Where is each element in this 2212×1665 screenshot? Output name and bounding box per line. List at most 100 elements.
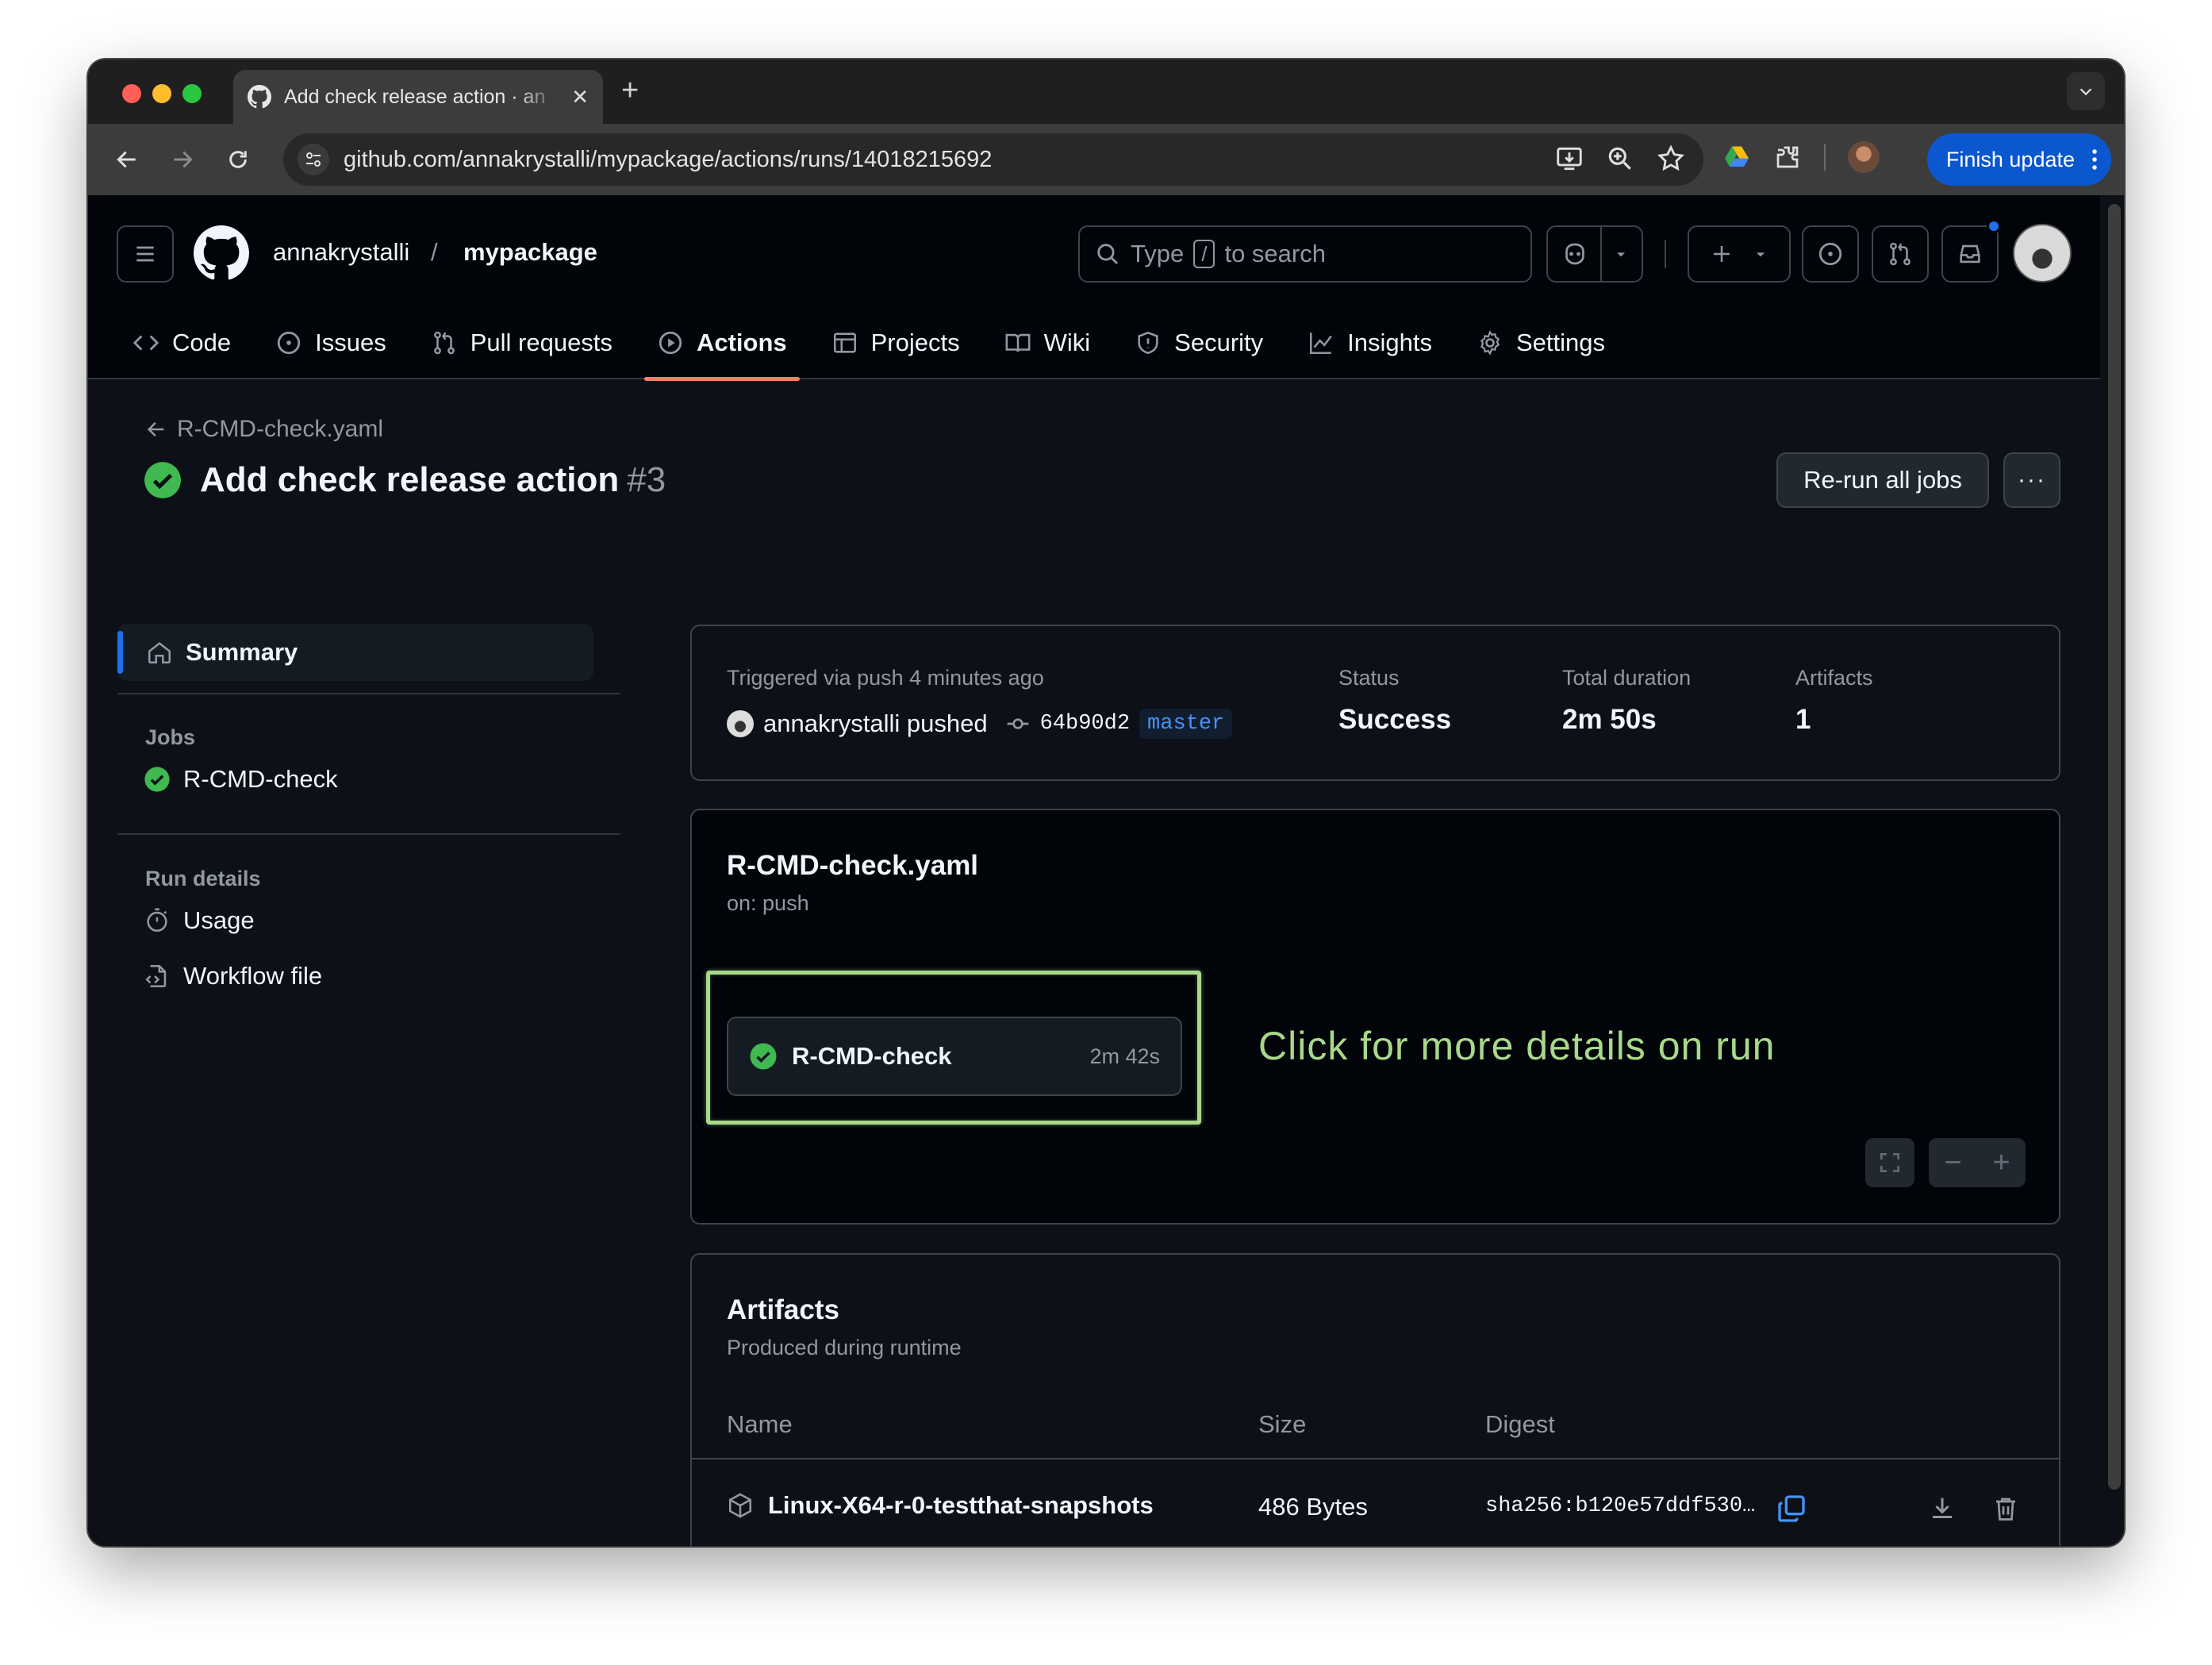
arrow-right-icon (174, 151, 193, 168)
branch-badge[interactable]: master (1139, 709, 1233, 739)
browser-tab-active[interactable]: Add check release action · an ✕ (233, 70, 603, 124)
tab-issues-label: Issues (315, 329, 386, 356)
commit-sha-link[interactable]: 64b90d2 (1040, 712, 1130, 736)
rerun-all-jobs-button[interactable]: Re-run all jobs (1776, 452, 1989, 508)
copilot-button[interactable] (1546, 225, 1643, 283)
github-page: annakrystalli / mypackage Type / to sear… (88, 195, 2100, 1546)
sidebar-item-workflow-file[interactable]: Workflow file (144, 962, 322, 990)
tab-issues[interactable]: Issues (263, 306, 399, 379)
maximize-window-button[interactable] (182, 84, 202, 103)
package-icon (728, 1493, 752, 1518)
copy-icon[interactable] (1776, 1493, 1807, 1525)
trigger-text: Triggered via push 4 minutes ago (727, 666, 1044, 690)
zoom-icon[interactable] (1605, 144, 1635, 174)
tab-projects[interactable]: Projects (819, 306, 973, 379)
url-text: github.com/annakrystalli/mypackage/actio… (344, 146, 993, 172)
new-tab-button[interactable]: + (621, 74, 639, 108)
issues-button[interactable] (1802, 225, 1859, 283)
zoom-in-button[interactable]: + (1992, 1146, 2010, 1180)
run-title-text: Add check release action (200, 460, 620, 499)
extensions-icon[interactable] (1773, 143, 1802, 171)
tab-security[interactable]: Security (1122, 306, 1276, 379)
check-circle-success-icon (144, 767, 170, 792)
user-avatar[interactable] (2013, 224, 2072, 283)
book-icon (1005, 333, 1031, 352)
annotation-text: Click for more details on run (1258, 1024, 1776, 1068)
tab-pull-requests[interactable]: Pull requests (418, 306, 625, 379)
pusher-text[interactable]: annakrystalli pushed (763, 709, 988, 738)
forward-button[interactable] (164, 141, 201, 178)
kebab-menu-icon (2092, 149, 2097, 170)
tab-actions[interactable]: Actions (643, 306, 800, 381)
artifacts-subtitle: Produced during runtime (727, 1336, 962, 1359)
finish-update-button[interactable]: Finish update (1926, 133, 2111, 186)
col-size-header: Size (1258, 1410, 1307, 1438)
search-icon (1097, 244, 1119, 265)
tab-settings-label: Settings (1515, 329, 1605, 356)
col-digest-header: Digest (1485, 1410, 1555, 1438)
tab-close-icon[interactable]: ✕ (571, 85, 589, 110)
inbox-icon (1960, 244, 1980, 263)
pull-request-icon (433, 331, 455, 355)
tab-search-button[interactable] (2067, 72, 2105, 110)
install-app-icon[interactable] (1554, 144, 1584, 174)
artifact-name: Linux-X64-r-0-testthat-snapshots (768, 1491, 1154, 1519)
address-bar[interactable]: github.com/annakrystalli/mypackage/actio… (283, 133, 1703, 186)
browser-window: Add check release action · an ✕ + github… (88, 60, 2124, 1546)
site-info-icon[interactable] (298, 144, 329, 175)
github-logo-icon[interactable] (194, 225, 249, 281)
tab-code[interactable]: Code (120, 306, 244, 379)
issue-opened-icon (277, 331, 301, 355)
artifact-name-link[interactable]: Linux-X64-r-0-testthat-snapshots (727, 1491, 1154, 1520)
zoom-out-button[interactable]: − (1944, 1146, 1961, 1180)
trash-icon[interactable] (1991, 1494, 2020, 1523)
reload-icon (229, 151, 247, 168)
page-scrollbar[interactable] (2108, 204, 2121, 1490)
search-suffix: to search (1224, 240, 1326, 267)
google-drive-icon[interactable] (1722, 143, 1751, 171)
sidebar-usage-label: Usage (183, 906, 255, 934)
back-to-workflow-link[interactable]: R-CMD-check.yaml (145, 416, 383, 443)
copilot-icon (1565, 243, 1584, 265)
duration-label: Total duration (1562, 666, 1692, 690)
workflow-graph-card: R-CMD-check.yaml on: push R-CMD-check 2m… (690, 809, 2060, 1225)
more-options-button[interactable]: ··· (2003, 452, 2060, 508)
repo-owner-link[interactable]: annakrystalli (273, 238, 409, 267)
run-number: #3 (627, 460, 666, 499)
tab-projects-label: Projects (870, 329, 960, 356)
sidebar-item-usage[interactable]: Usage (144, 906, 255, 935)
sidebar-item-summary[interactable]: Summary (117, 624, 593, 681)
search-input[interactable]: Type / to search (1078, 225, 1532, 283)
back-button[interactable] (109, 141, 145, 178)
inbox-button[interactable] (1941, 225, 1999, 283)
col-name-header: Name (727, 1410, 793, 1438)
sidebar-divider (117, 833, 620, 835)
reload-button[interactable] (220, 141, 256, 178)
close-window-button[interactable] (122, 84, 141, 103)
duration-value: 2m 50s (1562, 704, 1657, 735)
menu-button[interactable] (117, 225, 174, 283)
tab-wiki[interactable]: Wiki (992, 306, 1104, 379)
arrow-left-icon (117, 151, 136, 168)
play-icon (659, 331, 682, 355)
workflow-trigger: on: push (727, 891, 809, 915)
job-card[interactable]: R-CMD-check 2m 42s (727, 1017, 1182, 1096)
fit-to-screen-button[interactable] (1865, 1138, 1914, 1187)
tab-security-label: Security (1174, 329, 1264, 356)
code-icon (132, 335, 159, 351)
tab-insights-label: Insights (1347, 329, 1432, 356)
create-new-button[interactable] (1688, 225, 1791, 283)
minimize-window-button[interactable] (152, 84, 171, 103)
download-icon[interactable] (1928, 1494, 1957, 1523)
tab-settings[interactable]: Settings (1464, 306, 1618, 379)
pull-requests-button[interactable] (1872, 225, 1929, 283)
sidebar-item-job[interactable]: R-CMD-check (144, 765, 338, 794)
bookmark-star-icon[interactable] (1656, 144, 1686, 174)
job-name: R-CMD-check (792, 1042, 952, 1070)
repo-name-link[interactable]: mypackage (463, 238, 597, 267)
browser-tabstrip: Add check release action · an ✕ + (88, 60, 2124, 124)
plus-icon (1714, 246, 1730, 262)
tab-insights[interactable]: Insights (1295, 306, 1445, 379)
profile-avatar[interactable] (1848, 141, 1880, 173)
sidebar-jobs-heading: Jobs (145, 725, 196, 749)
